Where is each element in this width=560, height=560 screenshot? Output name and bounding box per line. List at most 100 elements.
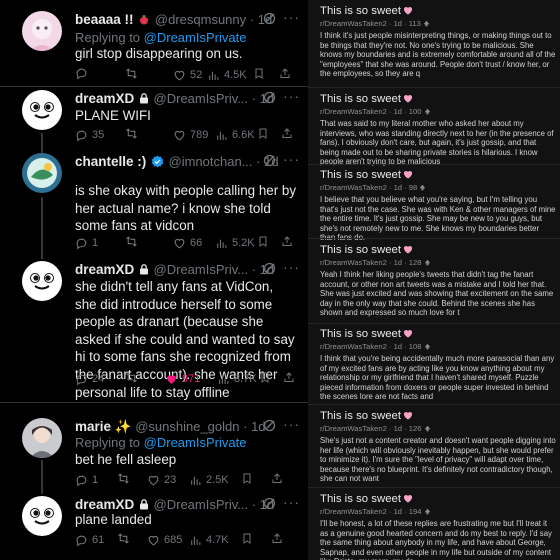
tweet[interactable]: dreamXD @DreamIsPriv... · 1d ··· PLANE W… — [0, 88, 308, 150]
views-button[interactable]: 5.2K — [215, 235, 255, 251]
feed-item-title[interactable]: This is so sweet — [320, 410, 401, 422]
tweet[interactable]: marie ✨ @sunshine_goldn · 1d ··· Replyin… — [0, 416, 308, 490]
feed-item-title[interactable]: This is so sweet — [320, 93, 401, 105]
display-name[interactable]: chantelle :) — [75, 154, 146, 169]
display-name[interactable]: beaaaa !! — [75, 12, 137, 27]
avatar[interactable] — [22, 496, 62, 536]
bookmark-button[interactable] — [241, 532, 253, 545]
views-button[interactable]: 4.5K — [207, 67, 247, 83]
heart-emoji-icon — [403, 93, 413, 107]
like-count: 789 — [190, 129, 209, 141]
feed-item[interactable]: This is so sweet r/DreamWasTaken2 · 1d ·… — [320, 327, 556, 402]
retweet-button[interactable] — [125, 67, 142, 80]
feed-item-title[interactable]: This is so sweet — [320, 493, 401, 505]
grok-icon[interactable] — [263, 419, 276, 437]
upvote-icon[interactable] — [424, 108, 431, 118]
tweet[interactable]: beaaaa !! @dresqmsunny · 1d ··· Replying… — [0, 9, 308, 86]
like-button[interactable]: 66 — [173, 235, 202, 251]
display-name[interactable]: marie ✨ — [75, 419, 132, 434]
bookmark-button[interactable] — [257, 127, 269, 140]
retweet-button[interactable] — [125, 371, 142, 384]
handle[interactable]: @sunshine_goldn — [135, 419, 239, 434]
reply-button[interactable]: 1 — [75, 235, 98, 251]
display-name[interactable]: dreamXD — [75, 262, 134, 277]
upvote-icon[interactable] — [419, 184, 426, 194]
share-button[interactable] — [283, 371, 295, 384]
retweet-button[interactable] — [125, 235, 142, 248]
like-button[interactable]: 971 — [165, 371, 200, 387]
feed-item[interactable]: This is so sweet r/DreamWasTaken2 · 1d ·… — [320, 409, 556, 484]
reply-button[interactable]: 24 — [75, 371, 104, 387]
more-icon[interactable]: ··· — [283, 9, 300, 25]
like-button[interactable]: 789 — [173, 127, 208, 143]
grok-icon[interactable] — [263, 154, 276, 172]
feed-item[interactable]: This is so sweet r/DreamWasTaken2 · 1d ·… — [320, 492, 556, 560]
feed-item[interactable]: This is so sweet r/DreamWasTaken2 · 1d ·… — [320, 92, 556, 167]
views-button[interactable]: 2.5K — [189, 472, 229, 488]
handle[interactable]: @DreamIsPriv... — [154, 91, 249, 106]
reply-button[interactable]: 1 — [75, 472, 98, 488]
bookmark-button[interactable] — [257, 235, 269, 248]
share-button[interactable] — [271, 472, 283, 485]
like-button[interactable]: 685 — [147, 532, 182, 548]
divider — [308, 323, 560, 324]
handle[interactable]: @dresqmsunny — [155, 12, 246, 27]
share-button[interactable] — [281, 127, 293, 140]
feed-item[interactable]: This is so sweet r/DreamWasTaken2 · 1d ·… — [320, 243, 556, 318]
grok-icon[interactable] — [263, 12, 276, 30]
retweet-button[interactable] — [117, 532, 134, 545]
feed-item[interactable]: This is so sweet r/DreamWasTaken2 · 1d ·… — [320, 168, 556, 243]
feed-item-title[interactable]: This is so sweet — [320, 328, 401, 340]
heart-emoji-icon — [403, 493, 413, 507]
avatar[interactable] — [22, 11, 62, 51]
bookmark-button[interactable] — [241, 472, 253, 485]
handle[interactable]: @DreamIsPriv... — [154, 262, 249, 277]
upvote-icon[interactable] — [424, 343, 431, 353]
like-button[interactable]: 52 — [173, 67, 202, 83]
upvote-icon[interactable] — [423, 20, 430, 30]
upvote-icon[interactable] — [424, 508, 431, 518]
avatar[interactable] — [22, 261, 62, 301]
views-button[interactable]: 6.6K — [215, 127, 255, 143]
more-icon[interactable]: ··· — [283, 151, 300, 167]
feed-item[interactable]: This is so sweet r/DreamWasTaken2 · 1d ·… — [320, 4, 556, 79]
retweet-button[interactable] — [125, 127, 142, 140]
tweet[interactable]: dreamXD @DreamIsPriv... · 1d ··· she did… — [0, 259, 308, 400]
share-button[interactable] — [271, 532, 283, 545]
retweet-icon — [126, 236, 137, 247]
feed-item-text: I believe that you believe what you're s… — [320, 195, 556, 243]
avatar[interactable] — [22, 90, 62, 130]
display-name[interactable]: dreamXD — [75, 91, 134, 106]
feed-item-title[interactable]: This is so sweet — [320, 5, 401, 17]
upvote-icon[interactable] — [424, 259, 431, 269]
reply-button[interactable]: 61 — [75, 532, 104, 548]
tweet[interactable]: dreamXD @DreamIsPriv... · 1d ··· plane l… — [0, 494, 308, 556]
more-icon[interactable]: ··· — [283, 259, 300, 275]
display-name[interactable]: dreamXD — [75, 497, 134, 512]
share-icon — [282, 236, 292, 246]
views-button[interactable]: 4.7K — [189, 532, 229, 548]
upvote-icon[interactable] — [424, 425, 431, 435]
tweet[interactable]: chantelle :) @imnotchan... · 1d ··· is s… — [0, 151, 308, 253]
reply-button[interactable]: 35 — [75, 127, 104, 143]
feed-item-title[interactable]: This is so sweet — [320, 244, 401, 256]
more-icon[interactable]: ··· — [283, 416, 300, 432]
share-button[interactable] — [279, 67, 291, 80]
bookmark-button[interactable] — [253, 67, 265, 80]
avatar[interactable] — [22, 153, 62, 193]
share-button[interactable] — [281, 235, 293, 248]
more-icon[interactable]: ··· — [283, 494, 300, 510]
handle[interactable]: @DreamIsPriv... — [154, 497, 249, 512]
like-button[interactable]: 23 — [147, 472, 176, 488]
retweet-button[interactable] — [117, 472, 134, 485]
bookmark-button[interactable] — [259, 371, 271, 384]
views-button[interactable]: 8.7K — [217, 371, 257, 387]
mention-link[interactable]: @DreamIsPrivate — [144, 30, 247, 45]
avatar[interactable] — [22, 418, 62, 458]
views-icon — [191, 476, 201, 485]
more-icon[interactable]: ··· — [283, 88, 300, 104]
mention-link[interactable]: @DreamIsPrivate — [144, 435, 247, 450]
handle[interactable]: @imnotchan... — [169, 154, 253, 169]
feed-item-title[interactable]: This is so sweet — [320, 169, 401, 181]
reply-button[interactable] — [75, 67, 92, 80]
